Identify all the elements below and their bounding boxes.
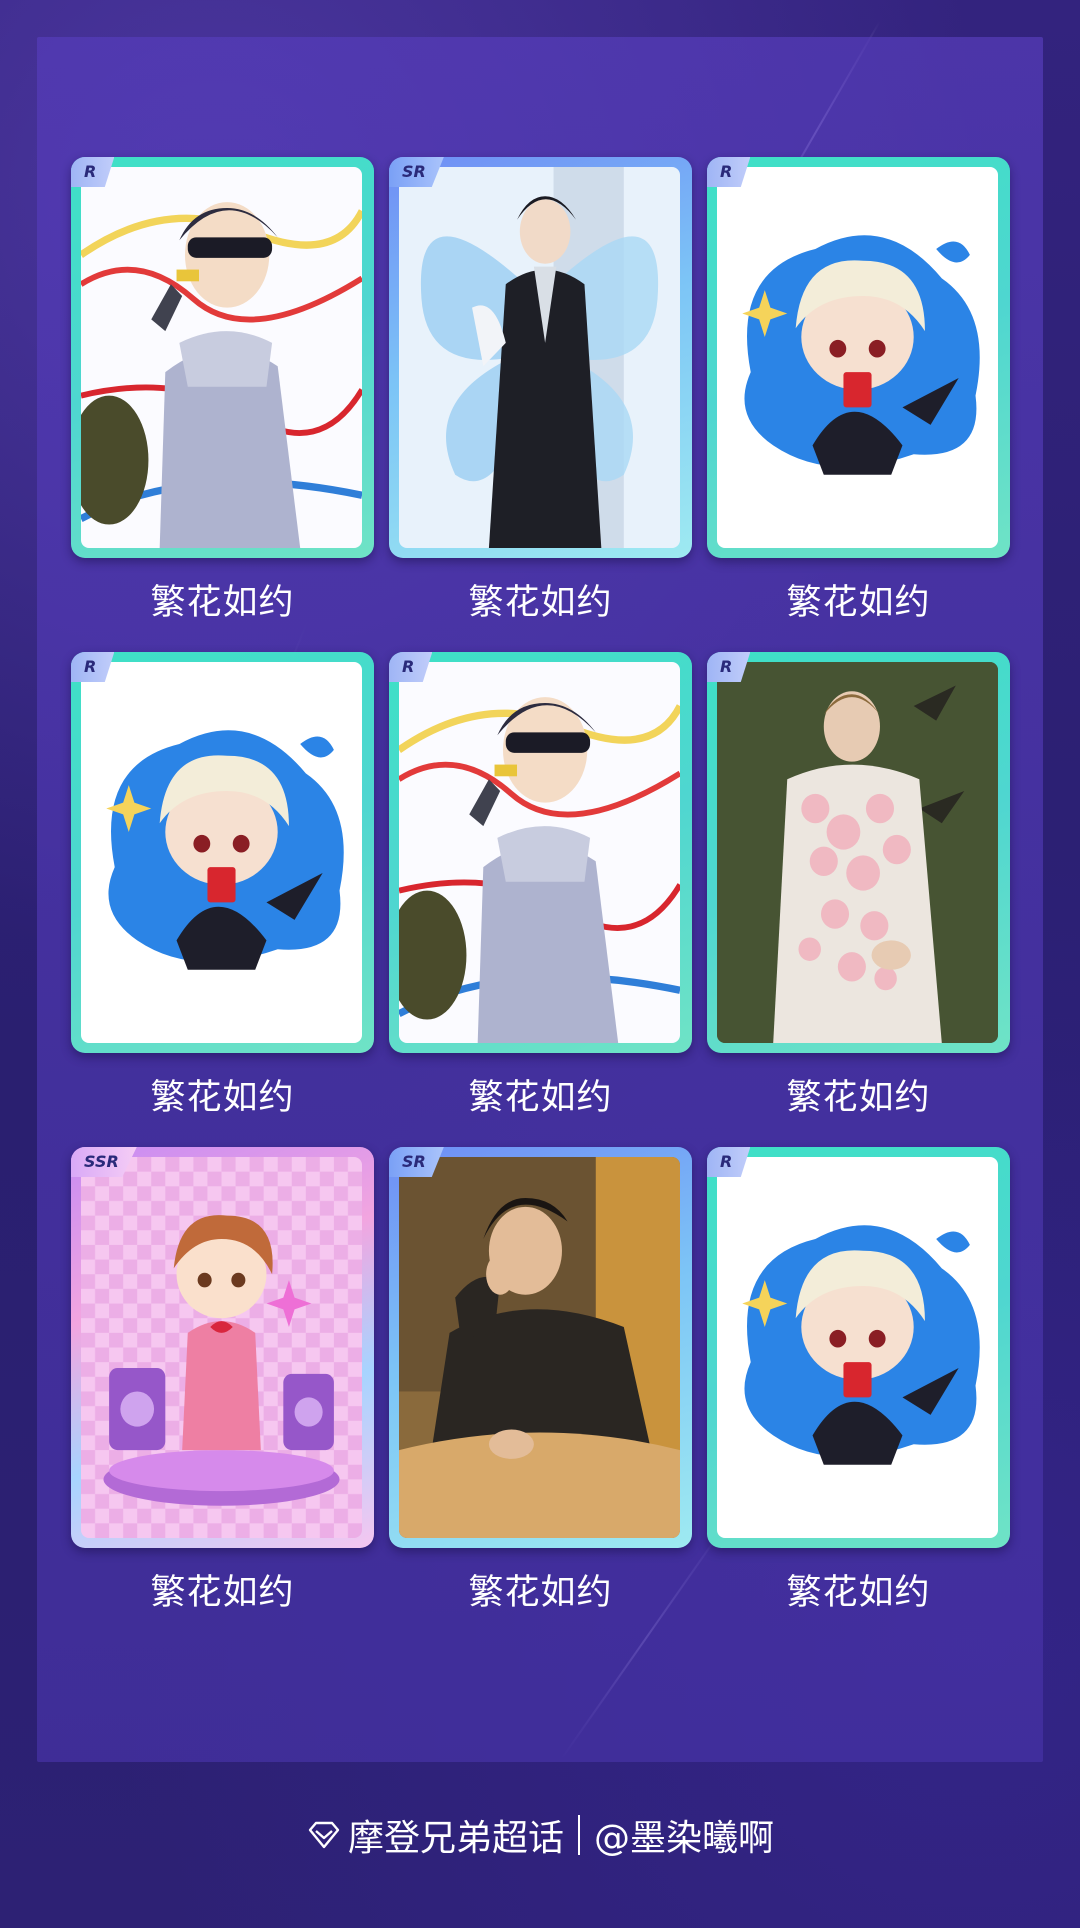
singer-visor-icon bbox=[399, 662, 680, 1043]
card-cell: SR 繁花如约 bbox=[389, 1147, 692, 1615]
card-2[interactable]: SR bbox=[389, 157, 692, 558]
card-9[interactable]: R bbox=[707, 1147, 1010, 1548]
card-title: 繁花如约 bbox=[786, 1573, 931, 1613]
diamond-icon bbox=[308, 1821, 340, 1849]
floral-shirt-icon bbox=[717, 662, 998, 1043]
black-sweater-icon bbox=[399, 1157, 680, 1538]
card-cell: R 繁花如约 bbox=[389, 652, 692, 1120]
card-title: 繁花如约 bbox=[150, 583, 295, 623]
chibi-blond-icon bbox=[81, 662, 362, 1043]
card-7[interactable]: SSR bbox=[71, 1147, 374, 1548]
card-title: 繁花如约 bbox=[468, 1078, 613, 1118]
card-title: 繁花如约 bbox=[150, 1078, 295, 1118]
card-6[interactable]: R bbox=[707, 652, 1010, 1053]
card-title: 繁花如约 bbox=[468, 583, 613, 623]
card-4[interactable]: R bbox=[71, 652, 374, 1053]
chibi-pink-stage-icon bbox=[81, 1157, 362, 1538]
card-title: 繁花如约 bbox=[786, 1078, 931, 1118]
card-8[interactable]: SR bbox=[389, 1147, 692, 1548]
singer-visor-icon bbox=[81, 167, 362, 548]
card-cell: SR 繁花如约 bbox=[389, 157, 692, 625]
card-cell: R 繁花如约 bbox=[71, 652, 374, 1120]
card-cell: R 繁花如约 bbox=[71, 157, 374, 625]
divider bbox=[578, 1815, 580, 1855]
author-handle: @墨染曦啊 bbox=[594, 1818, 775, 1859]
card-5[interactable]: R bbox=[389, 652, 692, 1053]
super-topic-label: 摩登兄弟超话 bbox=[347, 1818, 564, 1859]
card-cell: R 繁花如约 bbox=[707, 157, 1010, 625]
card-cell: R 繁花如约 bbox=[707, 652, 1010, 1120]
card-cell: SSR 繁花如约 bbox=[71, 1147, 374, 1615]
chibi-blond-icon bbox=[717, 167, 998, 548]
card-cell: R 繁花如约 bbox=[707, 1147, 1010, 1615]
chibi-blond-icon bbox=[717, 1157, 998, 1538]
watermark-footer: 摩登兄弟超话 @墨染曦啊 bbox=[0, 1808, 1080, 1862]
card-title: 繁花如约 bbox=[468, 1573, 613, 1613]
card-1[interactable]: R bbox=[71, 157, 374, 558]
card-title: 繁花如约 bbox=[786, 583, 931, 623]
butterfly-suit-icon bbox=[399, 167, 680, 548]
card-title: 繁花如约 bbox=[150, 1573, 295, 1613]
card-3[interactable]: R bbox=[707, 157, 1010, 558]
